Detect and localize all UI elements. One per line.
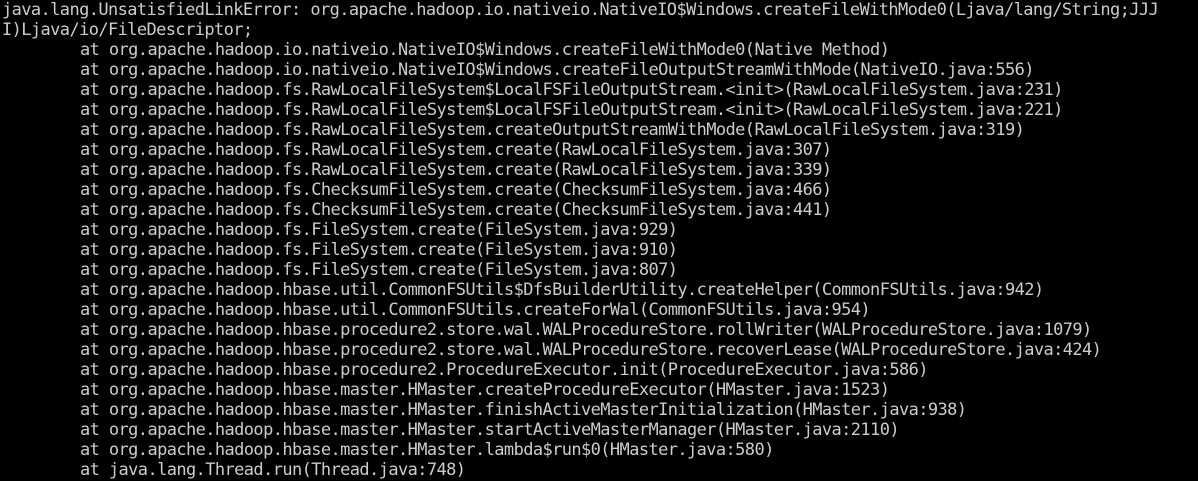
stack-frame-line: at org.apache.hadoop.fs.RawLocalFileSyst… — [80, 120, 1025, 140]
stack-frame-line: at org.apache.hadoop.hbase.master.HMaste… — [80, 380, 890, 400]
stack-frame-line: at org.apache.hadoop.fs.RawLocalFileSyst… — [80, 80, 1063, 100]
stack-frame-line: at org.apache.hadoop.fs.ChecksumFileSyst… — [80, 180, 832, 200]
stack-frame-line: at org.apache.hadoop.hbase.procedure2.st… — [80, 340, 1102, 360]
stack-frame-line: at org.apache.hadoop.fs.FileSystem.creat… — [80, 240, 678, 260]
stack-frame-line: at org.apache.hadoop.hbase.master.HMaste… — [80, 440, 774, 460]
stack-frame-line: at org.apache.hadoop.hbase.procedure2.Pr… — [80, 360, 928, 380]
stack-frame-line: at org.apache.hadoop.fs.FileSystem.creat… — [80, 260, 678, 280]
stack-frame-line: at org.apache.hadoop.hbase.master.HMaste… — [80, 420, 900, 440]
stack-frame-line: at org.apache.hadoop.fs.RawLocalFileSyst… — [80, 100, 1063, 120]
stack-frame-line: at org.apache.hadoop.hbase.util.CommonFS… — [80, 300, 871, 320]
stack-frame-line: at org.apache.hadoop.fs.RawLocalFileSyst… — [80, 160, 832, 180]
stack-frame-line: at org.apache.hadoop.hbase.util.CommonFS… — [80, 280, 1044, 300]
stack-frame-line: at java.lang.Thread.run(Thread.java:748) — [80, 460, 466, 480]
error-message-continuation: I)Ljava/io/FileDescriptor; — [2, 20, 253, 40]
console-output[interactable]: java.lang.UnsatisfiedLinkError: org.apac… — [0, 0, 1198, 481]
stack-frame-line: at org.apache.hadoop.io.nativeio.NativeI… — [80, 40, 890, 60]
stack-frame-line: at org.apache.hadoop.io.nativeio.NativeI… — [80, 60, 1034, 80]
stack-frame-line: at org.apache.hadoop.hbase.master.HMaste… — [80, 400, 967, 420]
stack-frame-line: at org.apache.hadoop.fs.ChecksumFileSyst… — [80, 200, 832, 220]
error-message-line: java.lang.UnsatisfiedLinkError: org.apac… — [2, 0, 1159, 20]
stack-frame-line: at org.apache.hadoop.fs.FileSystem.creat… — [80, 220, 678, 240]
stack-frame-line: at org.apache.hadoop.fs.RawLocalFileSyst… — [80, 140, 832, 160]
stack-frame-line: at org.apache.hadoop.hbase.procedure2.st… — [80, 320, 1092, 340]
